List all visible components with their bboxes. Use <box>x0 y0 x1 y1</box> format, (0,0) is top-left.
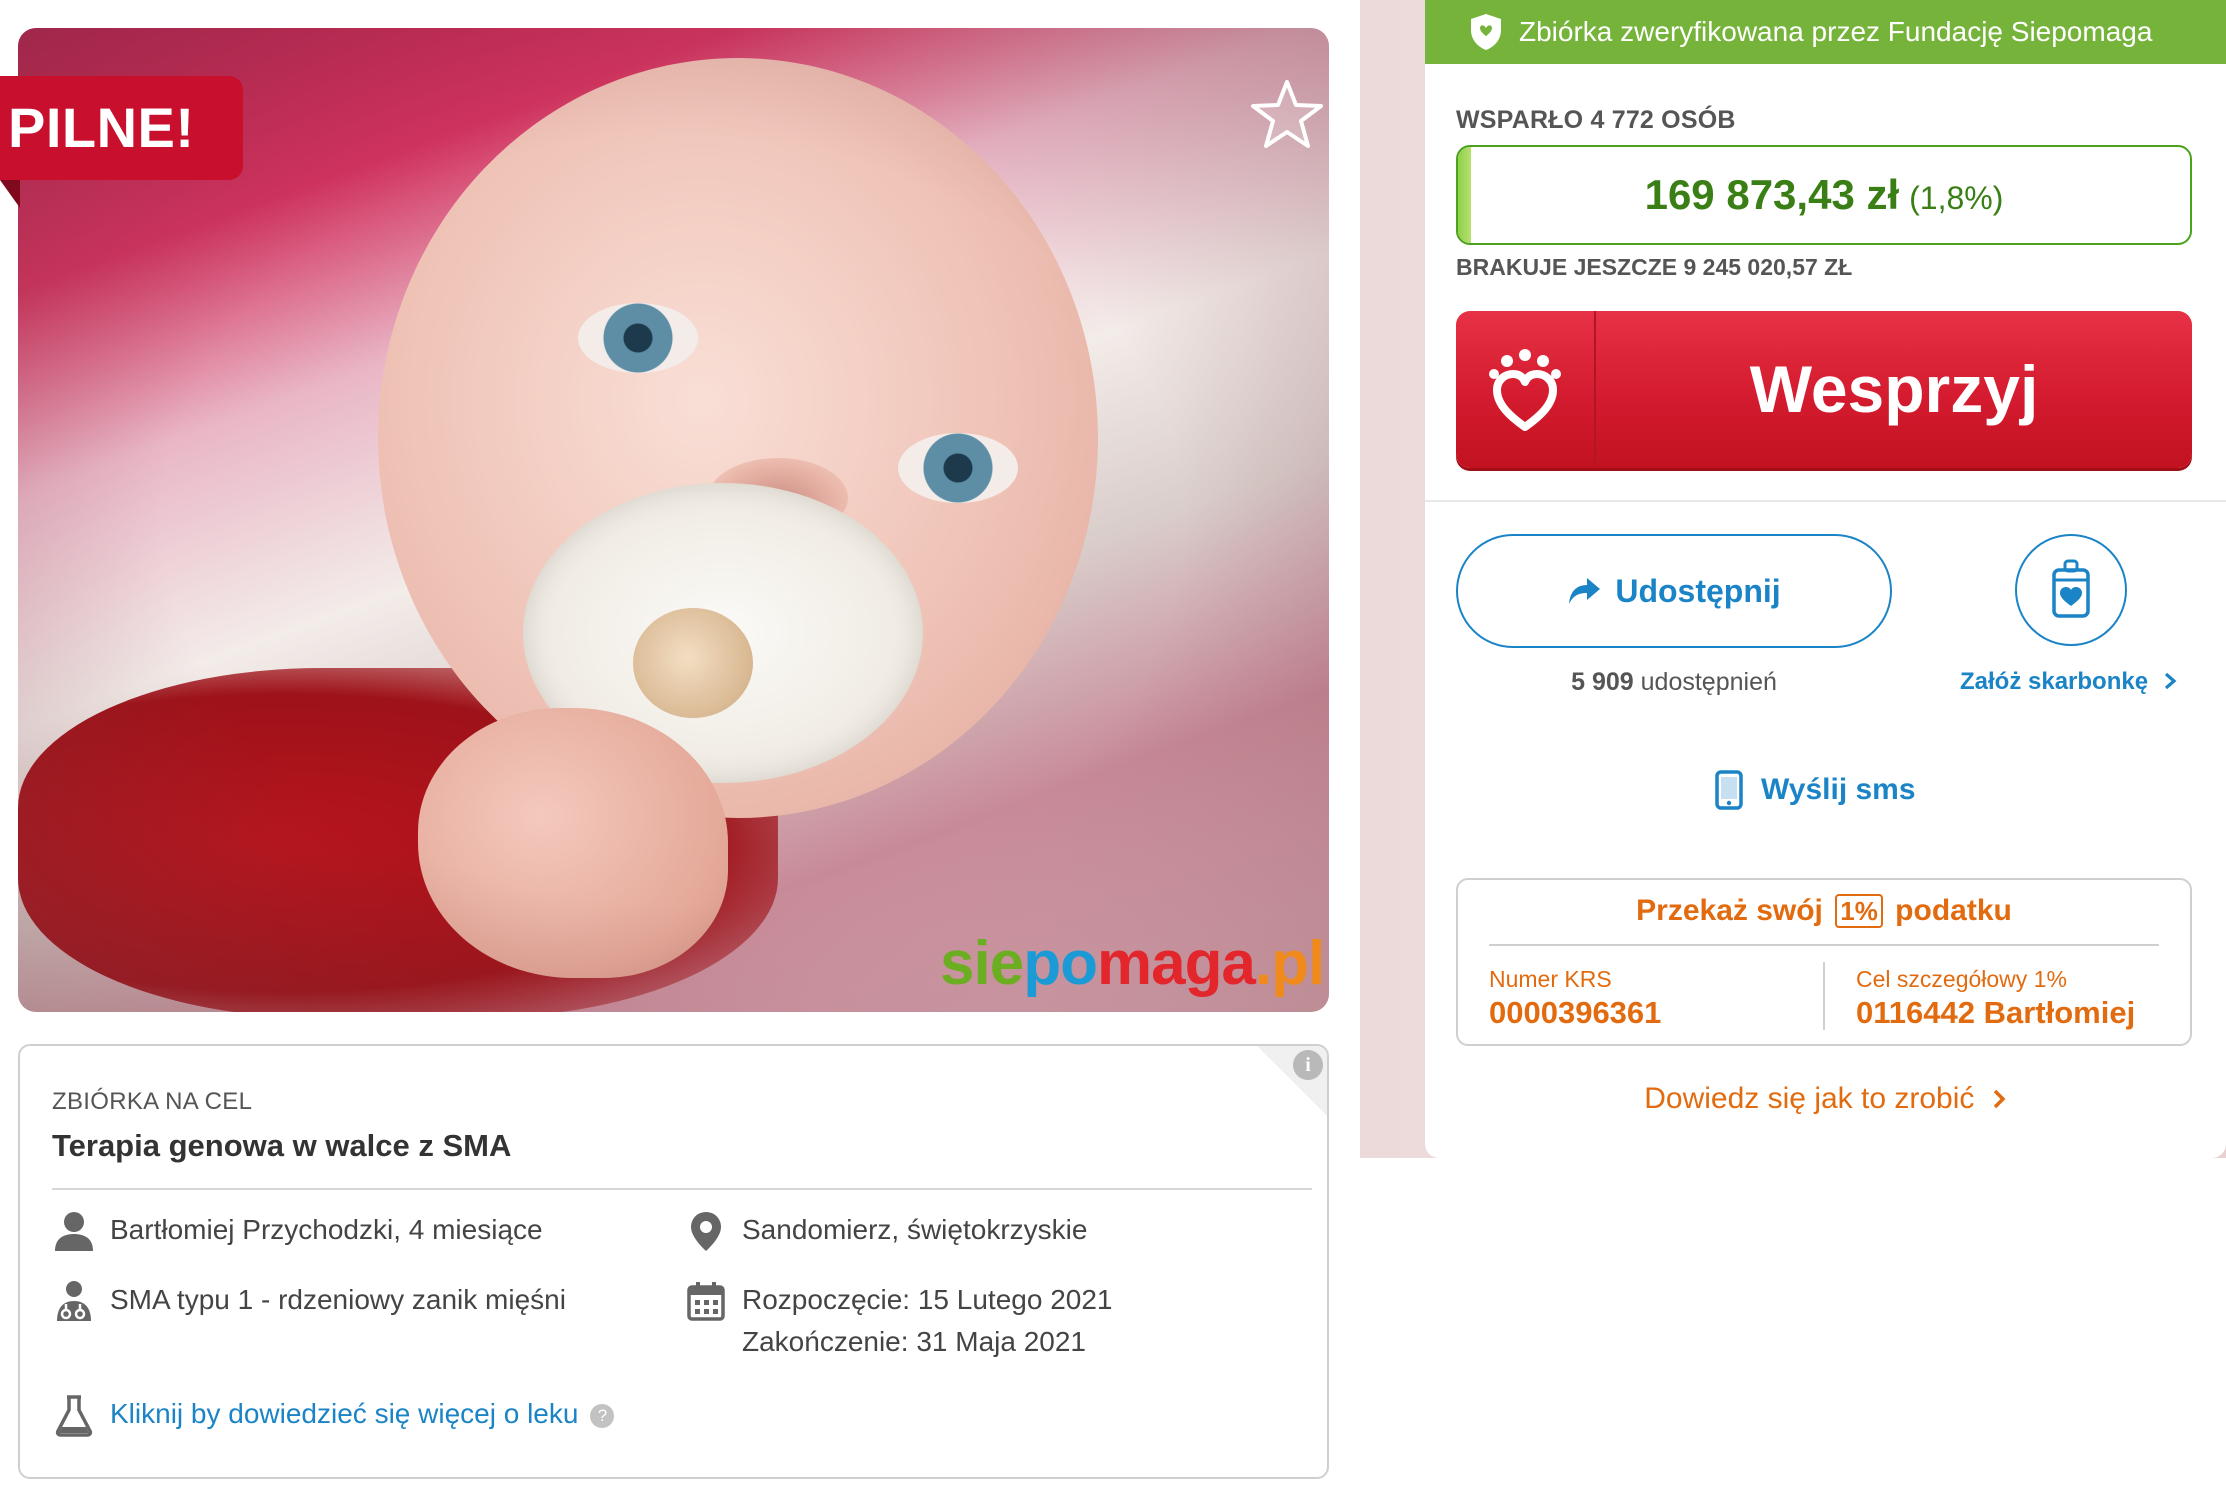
share-count: 5 909 udostępnień <box>1456 668 1892 697</box>
tax-one-percent-box: Przekaż swój 1% podatku Numer KRS 000039… <box>1456 878 2192 1046</box>
share-count-number: 5 909 <box>1571 668 1634 696</box>
flask-icon <box>55 1395 93 1437</box>
info-corner: i <box>1255 1046 1327 1118</box>
amount-value: 169 873,43 zł <box>1644 171 1900 218</box>
chevron-right-icon <box>2164 672 2177 690</box>
start-date: Rozpoczęcie: 15 Lutego 2021 <box>742 1284 1113 1315</box>
tax-title-before: Przekaż swój <box>1636 894 1823 927</box>
drug-info-link[interactable]: Kliknij by dowiedzieć się więcej o leku? <box>52 1393 615 1437</box>
location-text: Sandomierz, świętokrzyskie <box>742 1214 1088 1245</box>
person-icon <box>55 1212 93 1251</box>
disease-text: SMA typu 1 - rdzeniowy zanik mięśni <box>110 1284 566 1315</box>
dates-row: Rozpoczęcie: 15 Lutego 2021 Zakończenie:… <box>684 1279 1113 1363</box>
piggy-bank-link[interactable]: Załóż skarbonkę <box>1960 668 2177 696</box>
drug-info-label: Kliknij by dowiedzieć się więcej o leku <box>110 1398 579 1429</box>
support-button[interactable]: Wesprzyj <box>1456 311 2192 468</box>
page: siepomaga.pl PILNE! i ZBIÓRKA NA CEL Ter… <box>0 0 2226 1500</box>
piggy-bank-button[interactable] <box>2015 534 2127 646</box>
drug-info-text: Kliknij by dowiedzieć się więcej o leku? <box>110 1393 615 1435</box>
piggy-bank-icon <box>2052 559 2090 618</box>
campaign-type-label: ZBIÓRKA NA CEL <box>52 1088 253 1115</box>
dates-text: Rozpoczęcie: 15 Lutego 2021 Zakończenie:… <box>742 1279 1113 1363</box>
amount-percent: (1,8%) <box>1909 180 2004 216</box>
star-icon[interactable] <box>1248 76 1326 154</box>
location-pin-icon <box>691 1212 721 1251</box>
siepomaga-logo: siepomaga.pl <box>940 928 1325 999</box>
share-count-label: udostępnień <box>1640 668 1777 696</box>
tax-column-divider <box>1823 962 1825 1030</box>
verified-text: Zbiórka zweryfikowana przez Fundację Sie… <box>1519 16 2153 47</box>
urgent-badge: PILNE! <box>0 76 243 180</box>
logo-part-sie: sie <box>940 929 1024 998</box>
supporters-count: WSPARŁO 4 772 OSÓB <box>1456 106 1736 134</box>
goal-column: Cel szczegółowy 1% 0116442 Bartłomiej <box>1856 966 2135 1031</box>
beneficiary-row: Bartłomiej Przychodzki, 4 miesiące <box>52 1209 543 1253</box>
campaign-title: Terapia genowa w walce z SMA <box>52 1128 512 1163</box>
krs-column: Numer KRS 0000396361 <box>1489 966 1661 1031</box>
goal-value: 0116442 Bartłomiej <box>1856 995 2136 1030</box>
goal-label: Cel szczegółowy 1% <box>1856 966 2067 992</box>
beneficiary-text: Bartłomiej Przychodzki, 4 miesiące <box>110 1214 543 1245</box>
share-button[interactable]: Udostępnij <box>1456 534 1892 648</box>
info-divider <box>52 1188 1312 1190</box>
phone-icon <box>1715 770 1743 810</box>
progress-fill <box>1458 147 1472 243</box>
support-button-label: Wesprzyj <box>1749 352 2039 426</box>
shield-icon <box>1471 14 1501 50</box>
logo-part-po: po <box>1023 929 1098 998</box>
send-sms-link[interactable]: Wyślij sms <box>1715 770 1916 810</box>
urgent-badge-fold <box>0 180 20 208</box>
amount-remaining: BRAKUJE JESZCZE 9 245 020,57 ZŁ <box>1456 254 1853 280</box>
progress-bar: 169 873,43 zł (1,8%) <box>1456 145 2192 245</box>
help-circle-icon[interactable]: ? <box>590 1404 615 1428</box>
doctor-icon <box>57 1281 91 1321</box>
tax-one-percent-badge: 1% <box>1835 894 1883 928</box>
verified-banner: Zbiórka zweryfikowana przez Fundację Sie… <box>1425 0 2226 64</box>
heart-hand-icon <box>1489 348 1561 431</box>
location-row: Sandomierz, świętokrzyskie <box>684 1209 1087 1253</box>
howto-label: Dowiedz się jak to zrobić <box>1644 1082 1975 1115</box>
end-date: Zakończenie: 31 Maja 2021 <box>742 1326 1086 1357</box>
send-sms-label: Wyślij sms <box>1761 773 1916 806</box>
howto-link[interactable]: Dowiedz się jak to zrobić <box>1425 1082 2226 1116</box>
panel-divider <box>1425 500 2226 502</box>
logo-part-maga: maga <box>1096 929 1256 998</box>
campaign-info-card: i ZBIÓRKA NA CEL Terapia genowa w walce … <box>18 1044 1329 1479</box>
piggy-bank-label: Załóż skarbonkę <box>1960 668 2149 695</box>
sidebar-lower-background <box>1360 1158 1386 1500</box>
chevron-right-icon <box>1993 1089 2006 1109</box>
donation-panel: Zbiórka zweryfikowana przez Fundację Sie… <box>1425 0 2226 1158</box>
tax-divider <box>1489 944 2159 946</box>
share-arrow-icon <box>1569 578 1601 604</box>
amount-raised: 169 873,43 zł (1,8%) <box>1645 171 2004 219</box>
logo-part-pl: .pl <box>1254 929 1325 998</box>
support-icon-cell <box>1456 311 1596 468</box>
calendar-icon <box>687 1282 725 1321</box>
tax-title-after: podatku <box>1895 894 2012 927</box>
disease-row: SMA typu 1 - rdzeniowy zanik mięśni <box>52 1279 566 1323</box>
krs-label: Numer KRS <box>1489 966 1612 992</box>
share-button-label: Udostępnij <box>1615 572 1781 609</box>
tax-title: Przekaż swój 1% podatku <box>1458 894 2190 928</box>
krs-value: 0000396361 <box>1489 995 1662 1030</box>
info-icon[interactable]: i <box>1293 1050 1323 1080</box>
